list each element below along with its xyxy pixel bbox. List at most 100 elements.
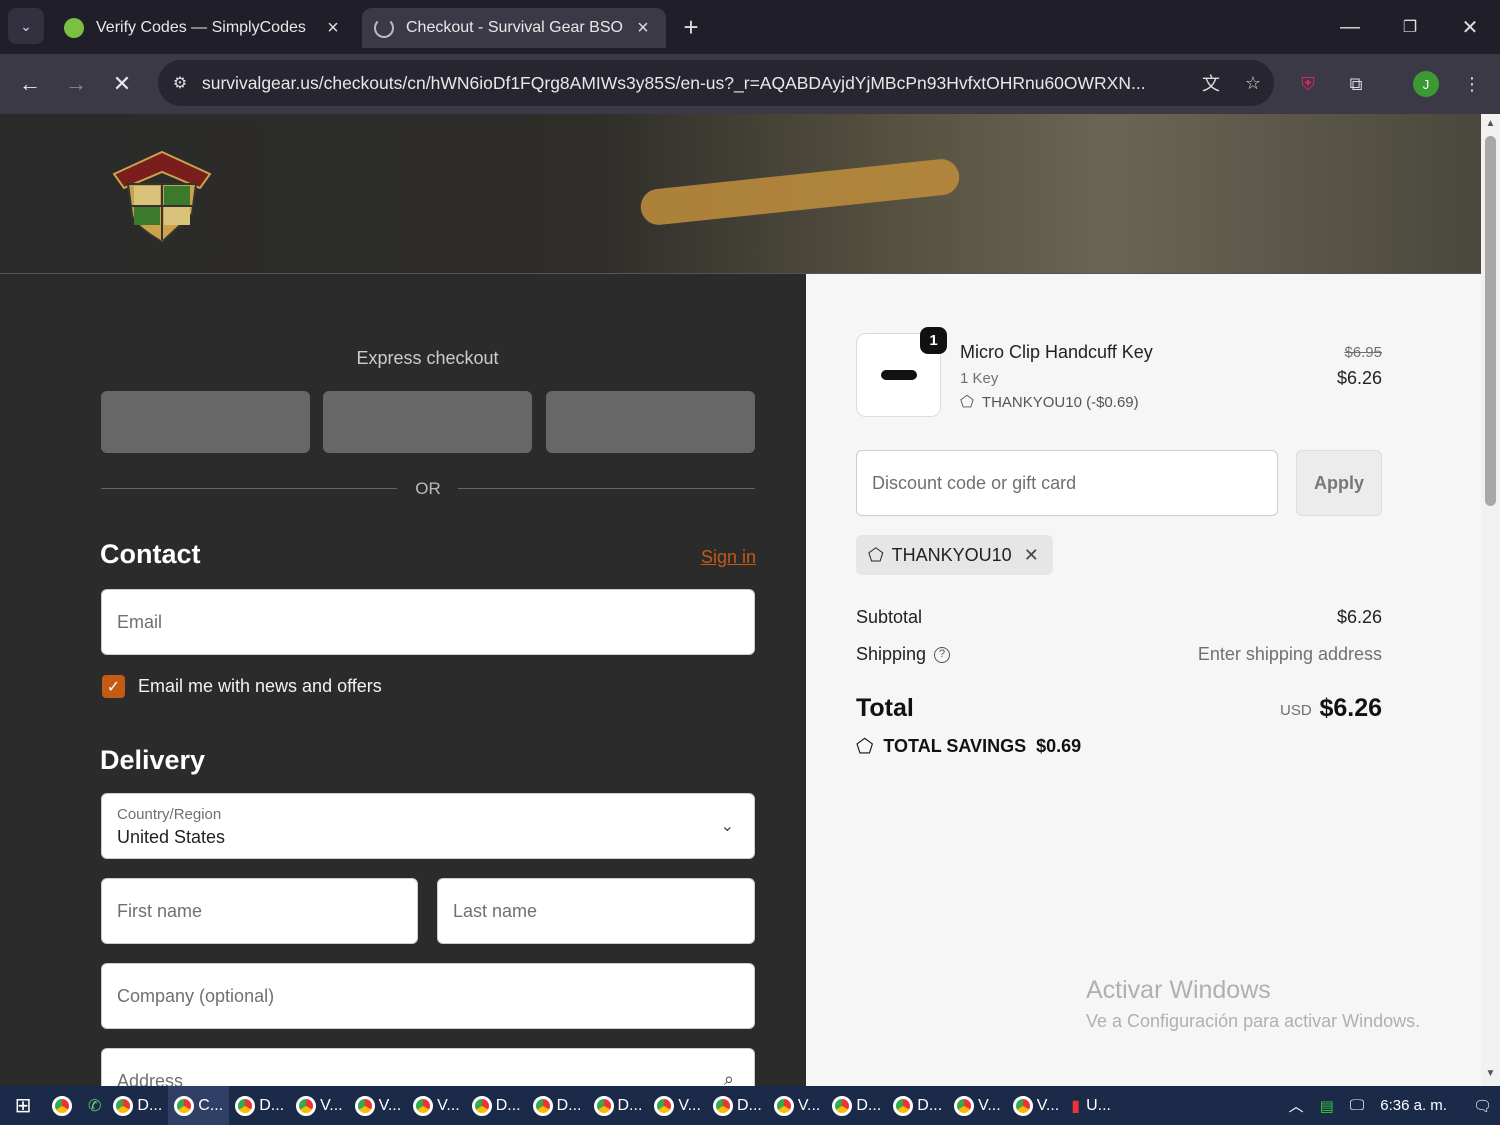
close-window-icon[interactable]: ✕ bbox=[1450, 10, 1490, 44]
email-input[interactable] bbox=[102, 590, 754, 654]
translate-icon[interactable]: 文 bbox=[1190, 70, 1232, 96]
tag-icon: ⬠ bbox=[856, 736, 874, 758]
scrollbar-thumb[interactable] bbox=[1485, 136, 1496, 506]
taskbar-item[interactable]: D... bbox=[826, 1086, 887, 1125]
chrome-icon bbox=[893, 1095, 914, 1116]
minimize-icon[interactable]: — bbox=[1330, 10, 1370, 44]
country-select[interactable]: Country/Region United States ⌄ bbox=[101, 793, 755, 859]
tab-search-button[interactable]: ⌄ bbox=[8, 8, 44, 44]
chrome-icon bbox=[712, 1095, 733, 1116]
taskbar-item[interactable]: D... bbox=[229, 1086, 290, 1125]
site-info-icon[interactable]: ⚙ bbox=[158, 73, 202, 93]
or-divider-text: OR bbox=[415, 479, 441, 498]
close-tab-icon[interactable]: × bbox=[322, 17, 344, 40]
taskbar-item[interactable]: V... bbox=[1007, 1086, 1066, 1125]
taskbar-item-label: V... bbox=[437, 1096, 460, 1114]
taskbar-item[interactable]: D... bbox=[887, 1086, 948, 1125]
total-savings: ⬠ TOTAL SAVINGS $0.69 bbox=[856, 734, 1081, 759]
taskbar-item[interactable]: D... bbox=[707, 1086, 768, 1125]
page-scrollbar[interactable]: ▲ ▼ bbox=[1481, 114, 1500, 1086]
email-field[interactable] bbox=[101, 589, 755, 655]
sign-in-link[interactable]: Sign in bbox=[690, 547, 756, 568]
taskbar-item[interactable]: V... bbox=[349, 1086, 408, 1125]
extensions-puzzle-icon[interactable]: ⧉ bbox=[1340, 68, 1372, 100]
quantity-badge: 1 bbox=[920, 327, 947, 354]
network-icon[interactable]: 🖵 bbox=[1350, 1097, 1364, 1114]
taskbar-item[interactable]: D... bbox=[466, 1086, 527, 1125]
address-field[interactable]: ⌕ bbox=[101, 1048, 755, 1086]
app-icon: ▮ bbox=[1071, 1097, 1081, 1115]
taskbar-item[interactable]: V... bbox=[407, 1086, 466, 1125]
last-name-input[interactable] bbox=[438, 879, 754, 943]
taskbar-item-label: D... bbox=[856, 1096, 882, 1114]
express-pay-button[interactable] bbox=[323, 391, 532, 453]
discount-code-input[interactable] bbox=[857, 451, 1277, 515]
scroll-down-icon[interactable]: ▼ bbox=[1481, 1068, 1500, 1079]
apply-discount-button[interactable]: Apply bbox=[1296, 450, 1382, 516]
chrome-pinned-icon[interactable] bbox=[46, 1086, 82, 1125]
watermark-title: Activar Windows bbox=[1086, 976, 1271, 1004]
discount-code-field[interactable] bbox=[856, 450, 1278, 516]
company-field[interactable] bbox=[101, 963, 755, 1029]
first-name-field[interactable] bbox=[101, 878, 418, 944]
company-input[interactable] bbox=[102, 964, 754, 1028]
kebab-menu-icon[interactable]: ⋮ bbox=[1456, 68, 1488, 100]
last-name-field[interactable] bbox=[437, 878, 755, 944]
windows-start-icon[interactable]: ⊞ bbox=[0, 1086, 46, 1125]
close-tab-icon[interactable]: × bbox=[632, 17, 654, 40]
scroll-up-icon[interactable]: ▲ bbox=[1481, 118, 1500, 129]
restore-icon[interactable]: ❐ bbox=[1390, 10, 1430, 44]
country-value: United States bbox=[117, 827, 226, 847]
browser-toolbar: ← → ✕ ⚙ survivalgear.us/checkouts/cn/hWN… bbox=[0, 54, 1500, 114]
back-arrow-icon[interactable]: ← bbox=[12, 66, 48, 102]
url-text[interactable]: survivalgear.us/checkouts/cn/hWN6ioDf1FQ… bbox=[202, 73, 1190, 94]
stop-loading-icon[interactable]: ✕ bbox=[104, 66, 140, 102]
taskbar-item[interactable]: D... bbox=[107, 1086, 168, 1125]
tab-simplycodes[interactable]: Verify Codes — SimplyCodes × bbox=[52, 8, 356, 48]
taskbar-item[interactable]: V... bbox=[290, 1086, 349, 1125]
notifications-icon[interactable]: 🗨 bbox=[1473, 1097, 1492, 1115]
whatsapp-icon[interactable]: ✆ bbox=[82, 1086, 107, 1125]
chrome-icon bbox=[113, 1095, 134, 1116]
express-pay-button[interactable] bbox=[546, 391, 755, 453]
banner-photo bbox=[638, 157, 962, 227]
help-icon[interactable]: ? bbox=[934, 647, 951, 664]
taskbar-item-label: V... bbox=[1036, 1096, 1060, 1114]
forward-arrow-icon[interactable]: → bbox=[58, 66, 94, 102]
taskbar-item[interactable]: V... bbox=[768, 1086, 827, 1125]
express-checkout-title: Express checkout bbox=[356, 348, 499, 368]
store-logo[interactable] bbox=[104, 144, 220, 244]
chrome-icon bbox=[354, 1095, 375, 1116]
bookmark-star-icon[interactable]: ☆ bbox=[1232, 73, 1274, 94]
chrome-icon bbox=[235, 1095, 256, 1116]
newsletter-checkbox[interactable]: ✓ bbox=[102, 675, 125, 698]
total-value: $6.26 bbox=[1319, 694, 1382, 722]
clock[interactable]: 6:36 a. m. bbox=[1380, 1097, 1447, 1114]
address-input[interactable] bbox=[102, 1049, 754, 1086]
total-currency: USD bbox=[1280, 702, 1312, 719]
task-manager-icon[interactable]: ▤ bbox=[1320, 1097, 1334, 1115]
taskbar-item-label: D... bbox=[495, 1096, 521, 1114]
taskbar-item[interactable]: V... bbox=[648, 1086, 707, 1125]
first-name-input[interactable] bbox=[102, 879, 417, 943]
checkmark-icon: ✓ bbox=[106, 678, 121, 696]
tag-icon: ⬠ bbox=[868, 544, 884, 565]
taskbar-item-label: C... bbox=[198, 1096, 224, 1114]
savings-value: $0.69 bbox=[1036, 736, 1082, 756]
profile-avatar[interactable]: J bbox=[1410, 68, 1442, 100]
show-hidden-icons-icon[interactable]: ︿ bbox=[1289, 1095, 1304, 1116]
taskbar-item[interactable]: ▮ U... bbox=[1065, 1086, 1117, 1125]
express-pay-button[interactable] bbox=[101, 391, 310, 453]
taskbar-item[interactable]: V... bbox=[948, 1086, 1007, 1125]
tab-checkout[interactable]: Checkout - Survival Gear BSO × bbox=[362, 8, 666, 48]
loading-icon bbox=[374, 18, 394, 38]
taskbar-item[interactable]: D... bbox=[588, 1086, 649, 1125]
new-tab-button[interactable]: + bbox=[676, 12, 706, 43]
taskbar-item[interactable]: C... bbox=[168, 1086, 230, 1125]
taskbar-item-label: D... bbox=[259, 1096, 285, 1114]
address-bar[interactable]: ⚙ survivalgear.us/checkouts/cn/hWN6ioDf1… bbox=[158, 60, 1274, 106]
shield-extension-icon[interactable]: ⛨ bbox=[1292, 68, 1324, 100]
browser-tab-bar: ⌄ Verify Codes — SimplyCodes × Checkout … bbox=[0, 0, 1500, 54]
remove-discount-icon[interactable]: ✕ bbox=[1024, 545, 1039, 566]
taskbar-item[interactable]: D... bbox=[527, 1086, 588, 1125]
